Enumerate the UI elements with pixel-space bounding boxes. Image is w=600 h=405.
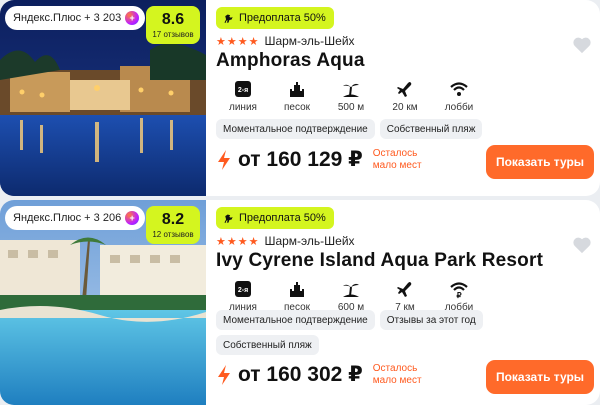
hotel-stars: ★★★★ — [216, 35, 260, 48]
feature-tags: Моментальное подтверждение Собственный п… — [216, 119, 506, 139]
price-row: от 160 129 ₽ Осталось мало мест — [216, 147, 431, 172]
line-badge-icon: 2-я — [232, 78, 254, 100]
lightning-icon — [218, 149, 230, 170]
amenity-airport-distance: 20 км — [378, 78, 432, 113]
feature-tag: Отзывы за этот год — [379, 310, 483, 330]
lightning-icon — [218, 364, 230, 385]
hotel-card[interactable]: Яндекс.Плюс + 3 206 + 8.2 12 отзывов Пре… — [0, 200, 600, 405]
plus-icon: + — [125, 211, 140, 225]
amenity-label: 500 м — [337, 102, 365, 113]
feature-tag: Собственный пляж — [379, 119, 483, 139]
feature-tags: Моментальное подтверждение Отзывы за это… — [216, 310, 506, 355]
wifi-icon — [448, 78, 470, 100]
favorite-button[interactable] — [572, 36, 592, 54]
amenity-sand: песок — [270, 78, 324, 113]
prepay-label: Предоплата 50% — [239, 212, 326, 224]
svg-text:2-я: 2-я — [238, 287, 248, 294]
tour-price: от 160 129 ₽ — [238, 148, 363, 171]
heart-icon — [573, 237, 591, 254]
yandex-plus-badge: Яндекс.Плюс + 3 206 + — [5, 206, 146, 230]
amenity-label: песок — [283, 102, 311, 113]
amenity-beach-distance: 600 м — [324, 278, 378, 313]
airplane-icon — [394, 278, 416, 300]
plus-icon: + — [125, 11, 140, 25]
amenity-wifi: ₽ лобби — [432, 278, 486, 313]
prepay-badge: Предоплата 50% — [216, 207, 334, 229]
price-row: от 160 302 ₽ Осталось мало мест — [216, 362, 431, 387]
line-badge-icon: 2-я — [232, 278, 254, 300]
hotel-stars: ★★★★ — [216, 235, 260, 248]
amenity-label: лобби — [444, 102, 474, 113]
svg-text:₽: ₽ — [456, 291, 461, 299]
tour-price: от 160 302 ₽ — [238, 363, 363, 386]
rating-badge: 8.6 17 отзывов — [146, 6, 200, 44]
hotel-card[interactable]: Яндекс.Плюс + 3 203 + 8.6 17 отзывов Пре… — [0, 0, 600, 196]
paid-wifi-icon: ₽ — [448, 278, 470, 300]
feature-tag: Моментальное подтверждение — [216, 119, 375, 139]
amenity-wifi: лобби — [432, 78, 486, 113]
airplane-icon — [394, 78, 416, 100]
sand-castle-icon — [286, 78, 308, 100]
reviews-count: 12 отзывов — [152, 229, 194, 239]
show-tours-button[interactable]: Показать туры — [486, 360, 594, 394]
reviews-count: 17 отзывов — [152, 29, 194, 39]
hotel-location: Шарм-эль-Шейх — [264, 34, 355, 48]
availability-note: Осталось мало мест — [372, 363, 422, 386]
beach-island-icon — [340, 78, 362, 100]
prepay-label: Предоплата 50% — [239, 12, 326, 24]
stars-location: ★★★★ Шарм-эль-Шейх — [216, 234, 355, 248]
prepay-badge: Предоплата 50% — [216, 7, 334, 29]
hotel-name[interactable]: Amphoras Aqua — [216, 50, 365, 72]
hotel-photo[interactable]: Яндекс.Плюс + 3 206 + 8.2 12 отзывов — [0, 200, 206, 405]
availability-note: Осталось мало мест — [372, 148, 422, 171]
rating-score: 8.2 — [161, 210, 185, 228]
amenity-airport-distance: 7 км — [378, 278, 432, 313]
heart-icon — [573, 37, 591, 54]
hotel-location: Шарм-эль-Шейх — [264, 234, 355, 248]
hotel-photo[interactable]: Яндекс.Плюс + 3 203 + 8.6 17 отзывов — [0, 0, 206, 196]
amenity-label: 20 км — [392, 102, 418, 113]
hotel-name[interactable]: Ivy Cyrene Island Aqua Park Resort — [216, 250, 543, 272]
yandex-plus-label: Яндекс.Плюс + 3 203 — [13, 12, 122, 24]
feature-tag: Собственный пляж — [216, 335, 319, 355]
amenity-line: 2-я линия — [216, 278, 270, 313]
stars-location: ★★★★ Шарм-эль-Шейх — [216, 34, 355, 48]
feature-tag: Моментальное подтверждение — [216, 310, 375, 330]
amenities: 2-я линия песок 600 м 7 км ₽ лобби — [216, 278, 486, 313]
rating-badge: 8.2 12 отзывов — [146, 206, 200, 244]
svg-text:2-я: 2-я — [238, 87, 248, 94]
dino-icon — [224, 213, 233, 223]
amenity-sand: песок — [270, 278, 324, 313]
favorite-button[interactable] — [572, 236, 592, 254]
yandex-plus-label: Яндекс.Плюс + 3 206 — [13, 212, 122, 224]
amenity-line: 2-я линия — [216, 78, 270, 113]
beach-island-icon — [340, 278, 362, 300]
amenity-label: линия — [229, 102, 257, 113]
dino-icon — [224, 13, 233, 23]
amenities: 2-я линия песок 500 м 20 км лобби — [216, 78, 486, 113]
rating-score: 8.6 — [161, 10, 185, 28]
sand-castle-icon — [286, 278, 308, 300]
yandex-plus-badge: Яндекс.Плюс + 3 203 + — [5, 6, 146, 30]
show-tours-button[interactable]: Показать туры — [486, 145, 594, 179]
amenity-beach-distance: 500 м — [324, 78, 378, 113]
